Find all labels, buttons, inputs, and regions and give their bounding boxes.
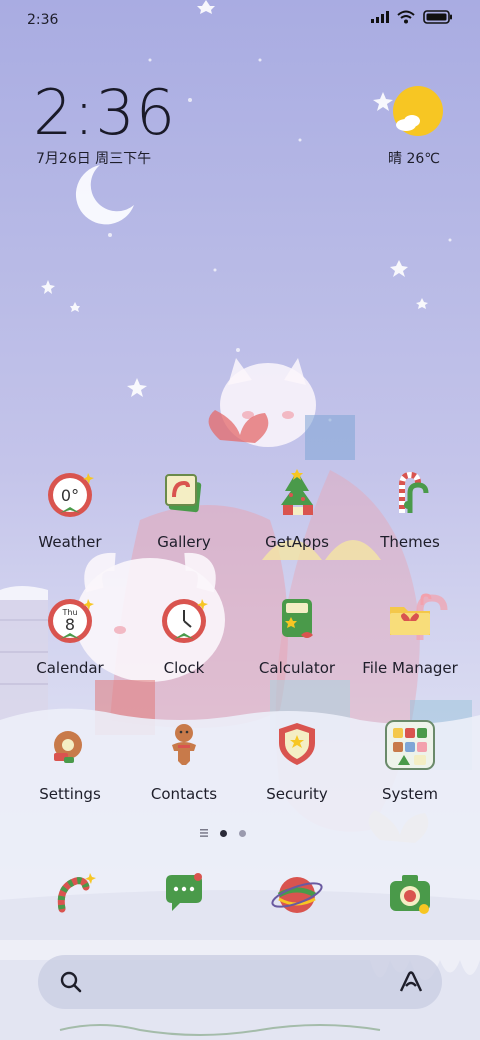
app-getapps[interactable]: GetApps <box>237 465 357 551</box>
calculator-app-icon <box>282 599 313 638</box>
page-dot <box>239 829 246 837</box>
app-gallery[interactable]: Gallery <box>124 465 244 551</box>
status-time: 2:36 <box>27 12 59 28</box>
app-label: Contacts <box>150 785 218 803</box>
signal-icon <box>371 11 389 23</box>
app-system-folder[interactable]: System <box>350 717 470 803</box>
dock-camera[interactable] <box>350 865 470 921</box>
app-label: Gallery <box>157 533 211 551</box>
app-clock[interactable]: Clock <box>124 591 244 677</box>
app-label: Calculator <box>258 659 336 677</box>
sunny-weather-icon[interactable] <box>392 85 444 137</box>
app-label: Security <box>266 785 328 803</box>
clock-app-icon <box>162 599 208 643</box>
dock-browser[interactable] <box>237 865 357 921</box>
camera-icon <box>390 875 430 914</box>
app-label: Settings <box>39 785 101 803</box>
list-icon <box>200 829 208 837</box>
clock-widget-time[interactable]: 2:36 <box>33 76 176 149</box>
calendar-app-icon: Thu 8 <box>48 599 94 643</box>
app-themes[interactable]: Themes <box>350 465 470 551</box>
app-label: System <box>382 785 438 803</box>
search-icon[interactable] <box>60 971 82 993</box>
svg-text:0°: 0° <box>61 486 79 505</box>
dock-messages[interactable] <box>124 865 244 921</box>
wifi-icon <box>397 10 415 24</box>
app-label: Clock <box>163 659 205 677</box>
clock-widget-date: 7月26日 周三下午 <box>36 151 152 167</box>
message-bubble-icon <box>166 873 202 911</box>
settings-app-icon <box>54 731 82 763</box>
weather-app-icon: 0° <box>48 473 94 517</box>
getapps-app-icon <box>281 469 313 515</box>
svg-text:8: 8 <box>65 615 75 634</box>
app-calculator[interactable]: Calculator <box>237 591 357 677</box>
status-bar: 2:36 <box>0 0 480 42</box>
assistant-icon[interactable] <box>398 970 424 994</box>
app-label: Calendar <box>36 659 104 677</box>
search-bar[interactable] <box>38 955 442 1009</box>
weather-widget-text: 晴 26℃ <box>388 151 440 167</box>
app-label: Themes <box>380 533 440 551</box>
page-dot-active <box>220 829 227 837</box>
gallery-app-icon <box>165 474 202 513</box>
shield-icon <box>279 723 315 765</box>
battery-icon <box>423 10 452 24</box>
themes-app-icon <box>399 471 429 513</box>
app-label: File Manager <box>362 659 458 677</box>
app-label: Weather <box>38 533 102 551</box>
page-indicator[interactable] <box>200 829 246 837</box>
app-security[interactable]: Security <box>237 717 357 803</box>
app-contacts[interactable]: Contacts <box>124 717 244 803</box>
app-file-manager[interactable]: File Manager <box>350 591 470 677</box>
phone-candy-cane-icon <box>57 873 96 913</box>
app-weather[interactable]: 0° Weather <box>10 465 130 551</box>
app-label: GetApps <box>265 533 329 551</box>
gingerbread-contacts-icon <box>172 724 196 765</box>
ornament-browser-icon <box>271 877 323 913</box>
folder-icon <box>385 720 435 770</box>
folder-app-icon <box>390 593 432 635</box>
dock-phone[interactable] <box>14 865 134 921</box>
app-calendar[interactable]: Thu 8 Calendar <box>10 591 130 677</box>
app-settings[interactable]: Settings <box>10 717 130 803</box>
